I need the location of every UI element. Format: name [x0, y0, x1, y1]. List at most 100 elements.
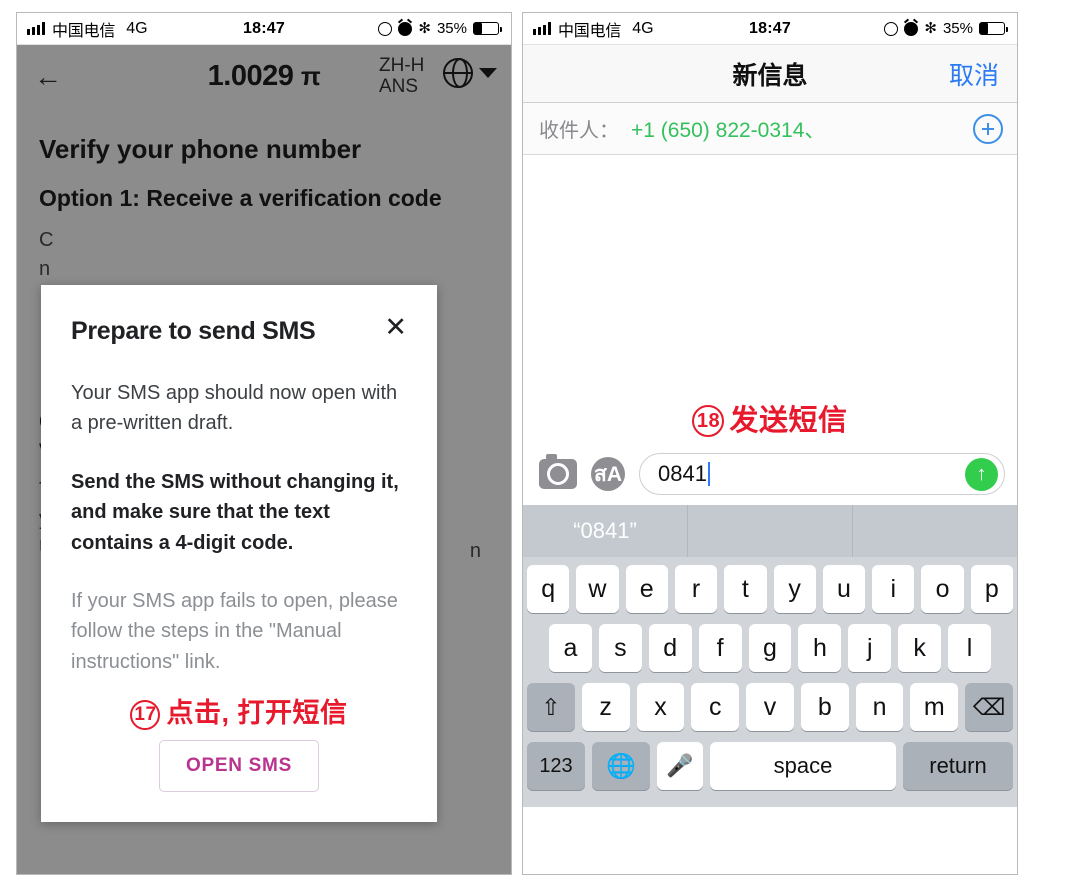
key-m[interactable]: m: [910, 683, 959, 731]
battery-percent-label: 35%: [942, 20, 973, 37]
key-q[interactable]: q: [527, 565, 570, 613]
numbers-key[interactable]: 123: [527, 742, 585, 790]
status-right-group: ✻ 35%: [378, 20, 502, 37]
predictive-text-bar: “0841”: [523, 505, 1017, 557]
screenshot-root: 中国电信 4G 18:47 ✻ 35% ← 1.0029 π ZH-HANS V…: [0, 0, 1080, 889]
keyboard-row-2: a s d f g h j k l: [527, 624, 1013, 672]
messages-title: 新信息: [732, 61, 808, 90]
annotation-18-text: 发送短信: [729, 405, 848, 437]
right-status-bar: 中国电信 4G 18:47 ✻ 35%: [523, 13, 1017, 45]
key-p[interactable]: p: [970, 565, 1013, 613]
status-right-group: ✻ 35%: [884, 20, 1008, 37]
open-sms-button[interactable]: OPEN SMS: [159, 740, 319, 793]
web-page-body: Verify your phone number Option 1: Recei…: [17, 108, 511, 874]
bluetooth-icon: ✻: [418, 20, 431, 37]
recipient-row[interactable]: 收件人： +1 (650) 822-0314、: [523, 103, 1017, 155]
globe-icon: [443, 57, 473, 88]
dialog-actions: OPEN SMS: [71, 740, 407, 793]
key-e[interactable]: e: [625, 565, 668, 613]
network-type-label: 4G: [126, 19, 148, 37]
key-o[interactable]: o: [921, 565, 964, 613]
alarm-clock-icon: [904, 21, 919, 36]
annotation-17-number: 17: [130, 700, 161, 731]
space-key[interactable]: space: [710, 742, 896, 790]
annotation-17-text: 点击, 打开短信: [166, 698, 348, 729]
shift-key[interactable]: ⇧: [526, 683, 575, 731]
key-f[interactable]: f: [698, 624, 742, 672]
key-j[interactable]: j: [848, 624, 892, 672]
message-input-value: 0841: [658, 461, 707, 486]
virtual-keyboard: “0841” q w e r t y u i o p a s d f g h j…: [523, 505, 1017, 807]
right-phone-frame: 中国电信 4G 18:47 ✻ 35% 新信息 取消 收件人： +1 (650)…: [522, 12, 1018, 875]
dialog-paragraph-3: If your SMS app fails to open, please fo…: [71, 589, 398, 673]
key-t[interactable]: t: [724, 565, 767, 613]
key-u[interactable]: u: [822, 565, 866, 613]
battery-icon: [473, 22, 502, 35]
prepare-sms-dialog: Prepare to send SMS ✕ Your SMS app shoul…: [41, 285, 437, 823]
left-phone-frame: 中国电信 4G 18:47 ✻ 35% ← 1.0029 π ZH-HANS V…: [16, 12, 512, 875]
key-x[interactable]: x: [636, 683, 685, 731]
key-d[interactable]: d: [648, 624, 692, 672]
key-y[interactable]: y: [773, 565, 816, 613]
battery-icon: [979, 22, 1008, 35]
prediction-slot-3[interactable]: [853, 505, 1017, 557]
globe-icon[interactable]: 🌐: [592, 742, 650, 790]
mic-icon[interactable]: 🎤: [657, 742, 703, 790]
back-button[interactable]: ←: [31, 60, 65, 94]
dialog-title: Prepare to send SMS: [71, 317, 316, 345]
status-left-group: 中国电信 4G: [533, 17, 654, 41]
cancel-button[interactable]: 取消: [949, 56, 999, 92]
keyboard-rows: q w e r t y u i o p a s d f g h j k l ⇧ …: [523, 557, 1017, 790]
close-icon[interactable]: ✕: [384, 314, 407, 341]
message-input[interactable]: 0841 ↑: [639, 453, 1005, 495]
annotation-18: 18 发送短信: [523, 397, 1017, 439]
conversation-area: 18 发送短信: [523, 155, 1017, 445]
carrier-label: 中国电信: [52, 22, 116, 40]
left-status-bar: 中国电信 4G 18:47 ✻ 35%: [17, 13, 511, 45]
camera-icon[interactable]: [539, 454, 577, 489]
add-contact-icon[interactable]: [973, 113, 1003, 144]
carrier-label: 中国电信: [558, 22, 622, 40]
key-l[interactable]: l: [948, 624, 992, 672]
bluetooth-icon: ✻: [924, 20, 937, 37]
prediction-slot-2[interactable]: [688, 505, 853, 557]
page-title: Verify your phone number: [39, 134, 362, 164]
signal-bars-icon: [533, 22, 551, 35]
key-i[interactable]: i: [872, 565, 915, 613]
delete-key[interactable]: ⌫: [965, 683, 1014, 731]
annotation-17: 17 点击, 打开短信: [71, 691, 407, 731]
recipient-value: +1 (650) 822-0314、: [631, 118, 826, 142]
paragraph-fragment: n: [39, 258, 51, 280]
key-c[interactable]: c: [691, 683, 740, 731]
language-selector[interactable]: ZH-HANS: [379, 54, 497, 97]
key-g[interactable]: g: [748, 624, 792, 672]
key-k[interactable]: k: [898, 624, 942, 672]
key-v[interactable]: v: [746, 683, 794, 731]
key-a[interactable]: a: [549, 624, 592, 672]
key-w[interactable]: w: [576, 565, 619, 613]
key-b[interactable]: b: [800, 683, 849, 731]
web-app-bar: ← 1.0029 π ZH-HANS: [17, 45, 511, 108]
recipient-label: 收件人：: [539, 120, 619, 142]
key-n[interactable]: n: [855, 683, 904, 731]
network-type-label: 4G: [632, 19, 654, 37]
option-1-heading: Option 1: Receive a verification code: [39, 185, 442, 211]
chevron-down-icon: [479, 67, 497, 78]
key-h[interactable]: h: [798, 624, 842, 672]
send-button[interactable]: ↑: [965, 457, 998, 491]
messages-nav-bar: 新信息 取消: [523, 45, 1017, 103]
paragraph-fragment: C: [39, 229, 54, 251]
prediction-slot-1[interactable]: “0841”: [523, 505, 688, 557]
return-key[interactable]: return: [903, 742, 1013, 790]
text-cursor: [707, 462, 710, 486]
key-r[interactable]: r: [674, 565, 718, 613]
language-code-label: ZH-HANS: [379, 54, 425, 97]
alarm-clock-icon: [398, 21, 413, 36]
rotation-lock-icon: [884, 21, 899, 36]
appstore-icon[interactable]: สA: [591, 457, 625, 491]
status-left-group: 中国电信 4G: [27, 17, 148, 41]
key-z[interactable]: z: [581, 683, 630, 731]
key-s[interactable]: s: [598, 624, 642, 672]
paragraph-fragment-right: n: [469, 540, 481, 562]
app-title-number: 1.0029: [207, 60, 294, 92]
